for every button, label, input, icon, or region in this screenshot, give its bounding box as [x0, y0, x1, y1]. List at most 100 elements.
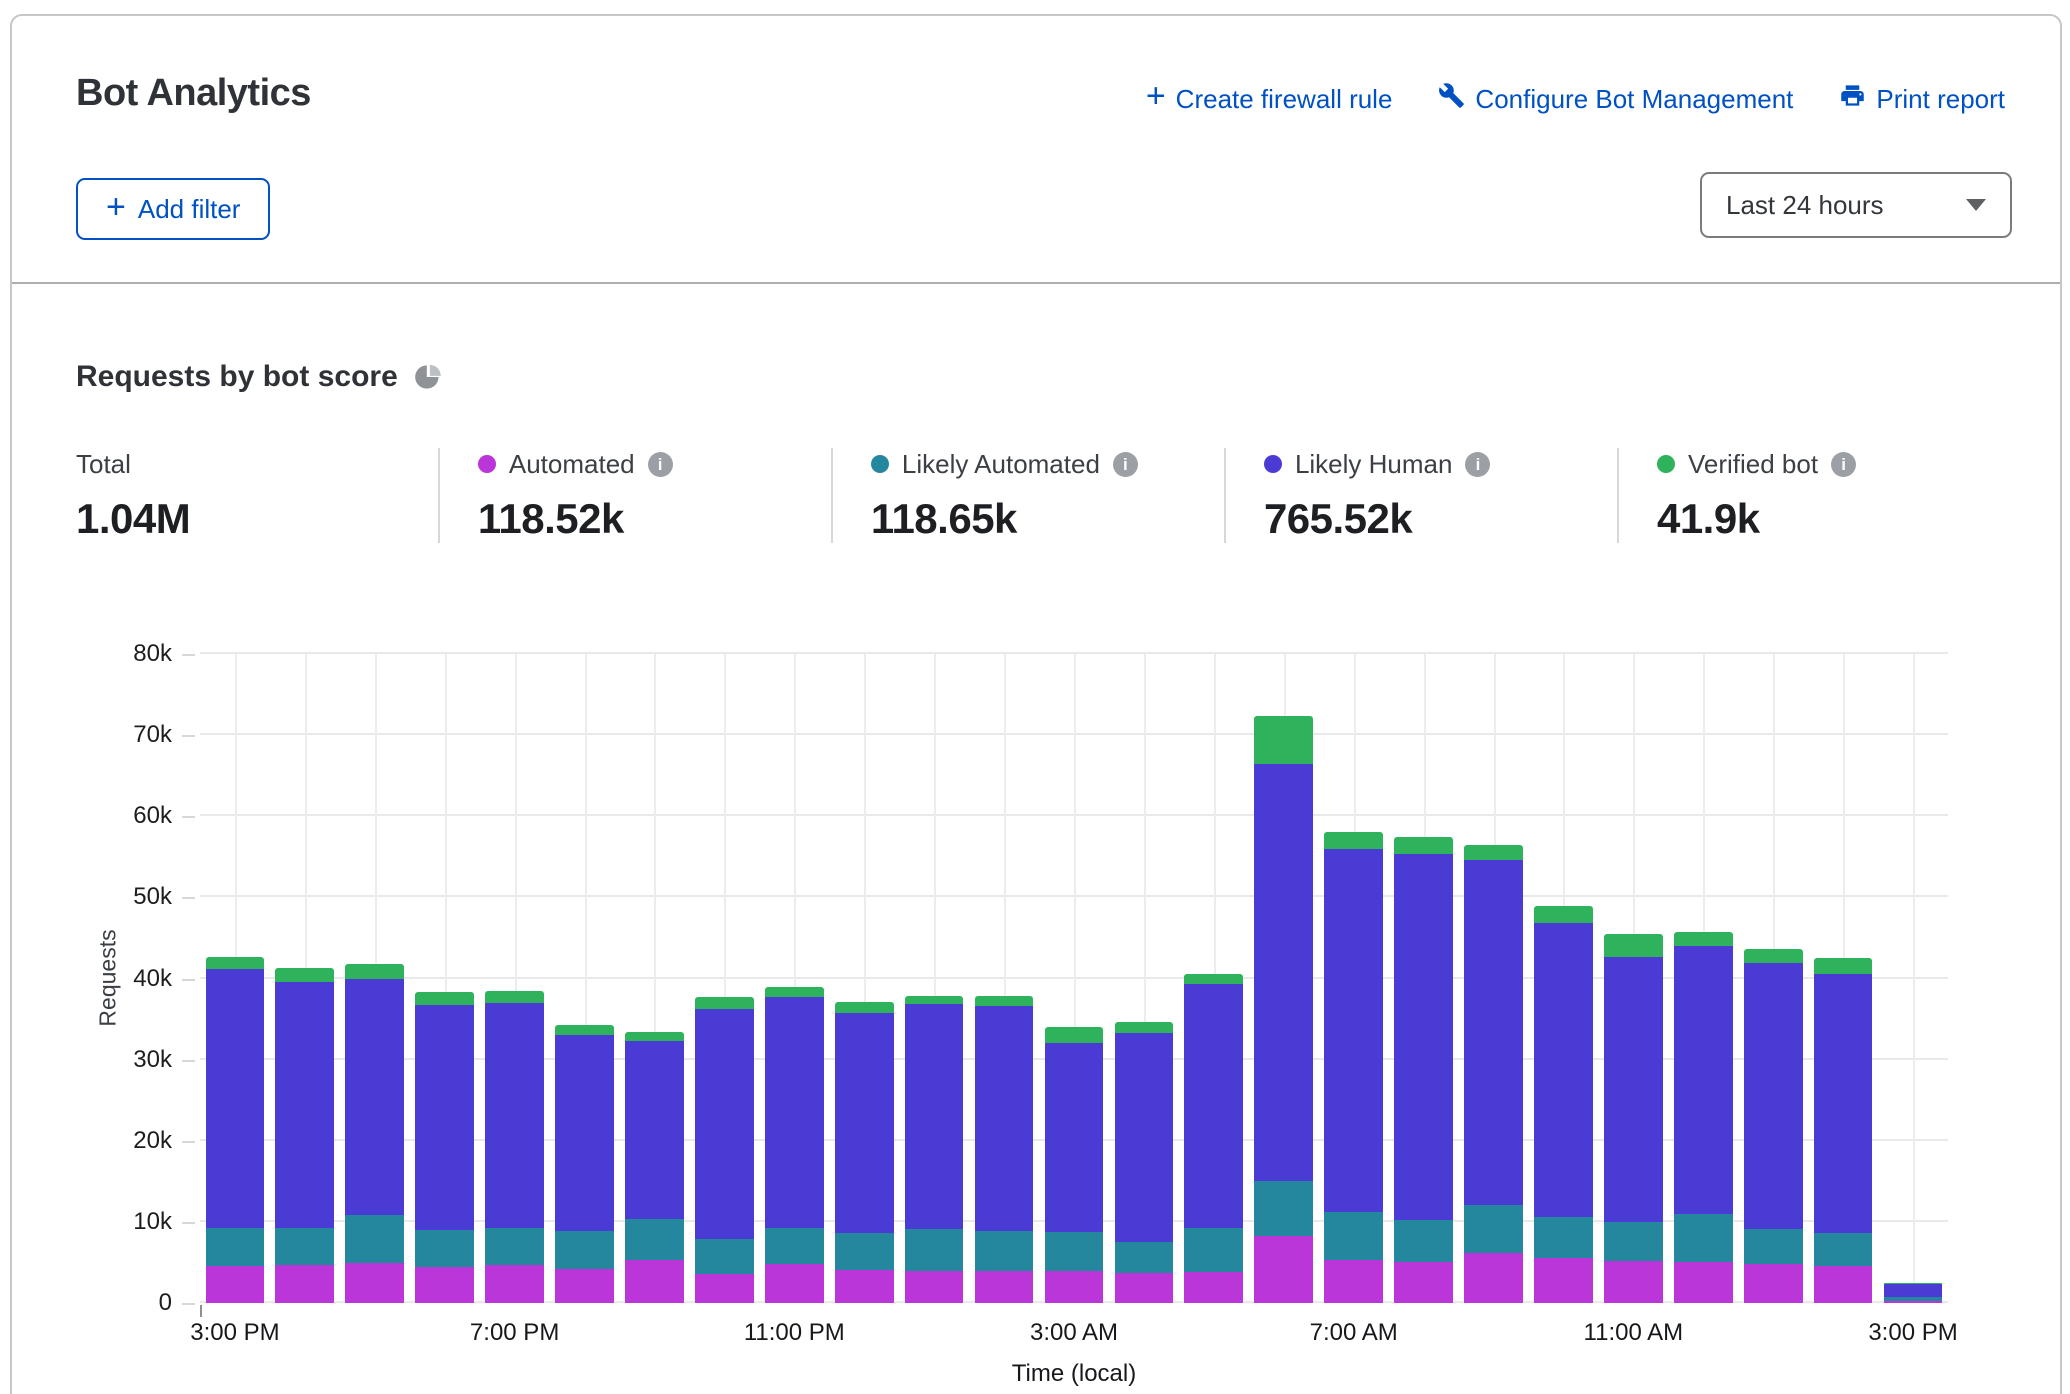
info-icon[interactable]: i: [648, 452, 673, 477]
add-filter-label: Add filter: [138, 194, 241, 225]
x-tick-label: 11:00 AM: [1584, 1319, 1684, 1347]
stat-automated-label: Automated: [509, 449, 635, 480]
bar-column: [1039, 654, 1109, 1303]
header-actions: + Create firewall rule Configure Bot Man…: [1146, 82, 2005, 116]
bot-analytics-card: Bot Analytics + Create firewall rule Con…: [10, 14, 2062, 1394]
bar-segment-automated: [835, 1270, 894, 1303]
x-tick-label: 7:00 PM: [470, 1319, 559, 1347]
bar-segment-likely-automated: [905, 1229, 964, 1270]
bar-segment-automated: [695, 1274, 754, 1303]
bar-segment-automated: [975, 1271, 1034, 1303]
print-report-link[interactable]: Print report: [1839, 82, 2005, 116]
bar-segment-likely-automated: [1814, 1233, 1873, 1265]
chevron-down-icon: [1966, 199, 1986, 211]
wrench-icon: [1438, 82, 1465, 116]
create-firewall-rule-link[interactable]: + Create firewall rule: [1146, 84, 1393, 115]
time-range-value: Last 24 hours: [1726, 190, 1884, 221]
bar-segment-likely-human: [275, 982, 334, 1228]
bar-segment-likely-automated: [1744, 1229, 1803, 1264]
bar-column: [1459, 654, 1529, 1303]
stat-total-value: 1.04M: [76, 495, 438, 543]
bar-segment-verified-bot: [1674, 932, 1733, 946]
bar-segment-automated: [905, 1271, 964, 1303]
info-icon[interactable]: i: [1113, 452, 1138, 477]
verified-bot-dot: [1657, 455, 1675, 473]
stat-automated: Automated i 118.52k: [438, 448, 831, 543]
bar-segment-automated: [765, 1264, 824, 1303]
bar-segment-automated: [1744, 1264, 1803, 1303]
bar-column: [689, 654, 759, 1303]
y-tick-label: 40k: [12, 964, 172, 994]
bar-segment-automated: [206, 1266, 265, 1303]
stat-total-label: Total: [76, 449, 131, 480]
bar-segment-verified-bot: [1115, 1022, 1174, 1033]
pie-chart-icon: [414, 363, 442, 391]
y-tick-mark: [182, 979, 195, 981]
add-filter-button[interactable]: + Add filter: [76, 178, 270, 240]
bar-segment-verified-bot: [345, 964, 404, 979]
bar-segment-likely-automated: [695, 1239, 754, 1274]
bar-column: [1668, 654, 1738, 1303]
configure-bot-management-label: Configure Bot Management: [1475, 84, 1793, 115]
bar-segment-likely-human: [206, 969, 265, 1229]
bar-segment-likely-human: [415, 1005, 474, 1230]
bar-segment-likely-automated: [1394, 1220, 1453, 1261]
bar-segment-verified-bot: [905, 996, 964, 1005]
bar-segment-likely-human: [1464, 860, 1523, 1205]
bar-segment-verified-bot: [1464, 845, 1523, 860]
stat-likely-automated-value: 118.65k: [871, 495, 1224, 543]
time-range-dropdown[interactable]: Last 24 hours: [1700, 172, 2012, 238]
configure-bot-management-link[interactable]: Configure Bot Management: [1438, 82, 1793, 116]
info-icon[interactable]: i: [1831, 452, 1856, 477]
bar-segment-automated: [1254, 1236, 1313, 1303]
bar-segment-verified-bot: [485, 991, 544, 1003]
bar-column: [480, 654, 550, 1303]
bar-segment-automated: [485, 1265, 544, 1303]
bar-segment-likely-automated: [275, 1228, 334, 1265]
bar-segment-likely-automated: [485, 1228, 544, 1265]
bar-segment-likely-human: [1674, 946, 1733, 1214]
likely-human-dot: [1264, 455, 1282, 473]
x-tick-label: 3:00 PM: [190, 1319, 279, 1347]
y-tick-mark: [182, 1060, 195, 1062]
printer-icon: [1839, 82, 1866, 116]
bar-segment-likely-human: [1884, 1284, 1943, 1298]
bar-segment-likely-human: [1324, 849, 1383, 1212]
plus-icon: +: [1146, 83, 1166, 110]
print-report-label: Print report: [1876, 84, 2005, 115]
stat-automated-value: 118.52k: [478, 495, 831, 543]
x-tick-label: 3:00 AM: [1030, 1319, 1118, 1347]
bar-segment-automated: [415, 1267, 474, 1303]
y-tick-mark: [182, 897, 195, 899]
create-firewall-rule-label: Create firewall rule: [1176, 84, 1393, 115]
bar-column: [200, 654, 270, 1303]
bar-segment-verified-bot: [1184, 974, 1243, 985]
bar-column: [1249, 654, 1319, 1303]
stat-verified-bot: Verified bot i 41.9k: [1617, 448, 2010, 543]
bar-segment-automated: [1045, 1271, 1104, 1303]
stat-verified-bot-label: Verified bot: [1688, 449, 1818, 480]
y-tick-label: 10k: [12, 1207, 172, 1237]
y-tick-mark: [182, 735, 195, 737]
bar-segment-automated: [625, 1260, 684, 1303]
info-icon[interactable]: i: [1465, 452, 1490, 477]
bar-column: [1109, 654, 1179, 1303]
bar-segment-verified-bot: [275, 968, 334, 982]
bar-column: [1878, 654, 1948, 1303]
bar-segment-automated: [1115, 1273, 1174, 1303]
bar-column: [1389, 654, 1459, 1303]
y-tick-label: 60k: [12, 801, 172, 831]
bar-segment-likely-human: [1744, 963, 1803, 1229]
bar-segment-verified-bot: [1814, 958, 1873, 973]
bar-segment-likely-human: [485, 1003, 544, 1228]
bar-segment-verified-bot: [765, 987, 824, 998]
bar-segment-likely-automated: [206, 1228, 265, 1265]
bar-segment-automated: [1604, 1261, 1663, 1303]
bar-segment-likely-automated: [975, 1231, 1034, 1271]
bar-segment-likely-human: [625, 1041, 684, 1219]
bar-segment-automated: [555, 1269, 614, 1303]
y-tick-mark: [182, 1141, 195, 1143]
bar-column: [1598, 654, 1668, 1303]
bar-segment-likely-human: [1254, 764, 1313, 1182]
y-tick-mark: [182, 654, 195, 656]
